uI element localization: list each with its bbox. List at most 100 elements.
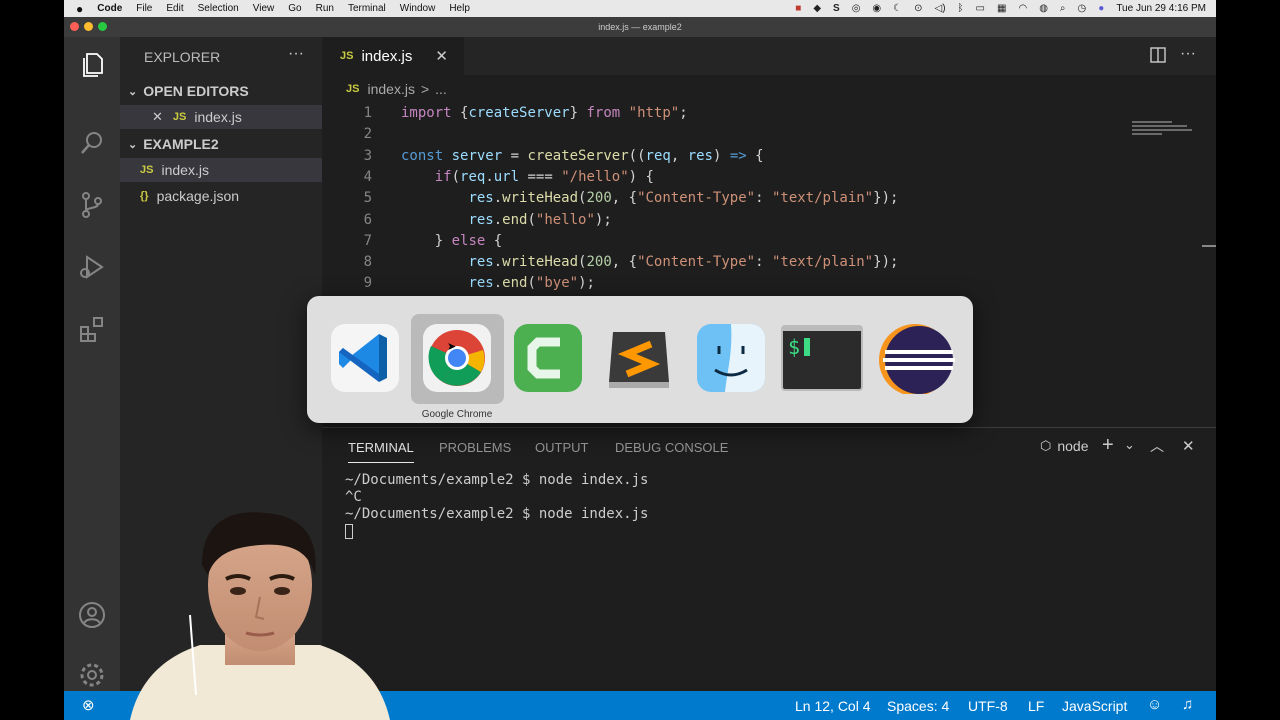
cursor-position[interactable]: Ln 12, Col 4	[795, 698, 871, 714]
menu-view[interactable]: View	[253, 3, 275, 14]
explorer-icon[interactable]	[78, 51, 106, 79]
macos-menubar: ● Code File Edit Selection View Go Run T…	[64, 0, 1216, 17]
bottom-panel: TERMINAL PROBLEMS OUTPUT DEBUG CONSOLE ⬡…	[322, 427, 1216, 692]
explorer-more-actions-icon[interactable]: ···	[288, 45, 304, 63]
menu-file[interactable]: File	[136, 3, 152, 14]
chevron-down-icon[interactable]: ⌄	[1124, 437, 1135, 453]
language-mode[interactable]: JavaScript	[1062, 698, 1127, 714]
sublime-text-icon[interactable]	[603, 322, 675, 394]
menu-go[interactable]: Go	[288, 3, 301, 14]
code-line[interactable]: 1 import {createServer} from "http";	[322, 103, 1192, 124]
line-ending[interactable]: LF	[1028, 698, 1044, 714]
settings-gear-icon[interactable]	[78, 661, 106, 689]
menubar-clock[interactable]: Tue Jun 29 4:16 PM	[1116, 3, 1206, 14]
minimize-window-button[interactable]	[84, 22, 93, 31]
status-app-icon[interactable]: ■	[795, 3, 801, 14]
vscode-icon[interactable]	[329, 322, 401, 394]
folder-label: EXAMPLE2	[143, 136, 219, 152]
menu-help[interactable]: Help	[449, 3, 470, 14]
menu-edit[interactable]: Edit	[166, 3, 183, 14]
feedback-icon[interactable]: ☺	[1147, 696, 1162, 713]
file-item-index-js[interactable]: JS index.js	[120, 158, 322, 182]
extensions-icon[interactable]	[78, 315, 106, 343]
menu-selection[interactable]: Selection	[198, 3, 239, 14]
flag-icon[interactable]: ▦	[997, 3, 1006, 14]
remote-icon[interactable]: ⊗	[82, 696, 95, 714]
scrollbar[interactable]	[1202, 245, 1216, 247]
bluetooth-icon[interactable]: ᛒ	[958, 3, 964, 14]
close-icon[interactable]: ✕	[152, 109, 163, 125]
close-window-button[interactable]	[70, 22, 79, 31]
status-s-icon[interactable]: S	[833, 3, 840, 14]
record-icon[interactable]: ⊙	[914, 3, 922, 14]
indentation[interactable]: Spaces: 4	[887, 698, 949, 714]
status-circle-icon[interactable]: ◎	[852, 3, 861, 14]
breadcrumb-more[interactable]: ...	[435, 81, 447, 97]
code-line[interactable]: 4 if(req.url === "/hello") {	[322, 167, 1192, 188]
tab-index-js[interactable]: JS index.js ✕	[322, 37, 464, 75]
editor-more-actions-icon[interactable]: ···	[1180, 45, 1196, 63]
menu-app-name[interactable]: Code	[97, 3, 122, 14]
breadcrumb-file[interactable]: index.js	[367, 81, 414, 97]
volume-icon[interactable]: ◁)	[935, 3, 946, 14]
open-editor-item[interactable]: ✕ JS index.js	[120, 105, 322, 129]
moon-icon[interactable]: ☾	[893, 3, 902, 14]
code-line[interactable]: 3 const server = createServer((req, res) …	[322, 146, 1192, 167]
eclipse-icon[interactable]	[871, 322, 959, 394]
line-number: 6	[363, 211, 372, 228]
terminal-icon[interactable]: $	[780, 322, 864, 394]
chrome-icon[interactable]	[421, 322, 493, 394]
source-control-icon[interactable]	[78, 191, 106, 219]
tab-output[interactable]: OUTPUT	[535, 440, 588, 455]
code-line[interactable]: 9 res.end("bye");	[322, 273, 1192, 294]
folder-section[interactable]: ⌄ EXAMPLE2	[120, 132, 322, 156]
maximize-panel-icon[interactable]: ︿	[1150, 436, 1164, 456]
camtasia-icon[interactable]	[512, 322, 584, 394]
finder-icon[interactable]	[695, 322, 767, 394]
search-icon[interactable]	[78, 129, 106, 157]
code-line[interactable]: 5 res.writeHead(200, {"Content-Type": "t…	[322, 188, 1192, 209]
status-bird-icon[interactable]: ◆	[813, 3, 821, 14]
code-line[interactable]: 2	[322, 124, 1192, 145]
apple-menu-icon[interactable]: ●	[76, 2, 83, 16]
terminal-output[interactable]: ~/Documents/example2 $ node index.js ^C …	[345, 472, 648, 540]
js-file-icon: JS	[346, 83, 360, 95]
open-editors-section[interactable]: ⌄ OPEN EDITORS	[120, 79, 322, 103]
new-terminal-icon[interactable]: +	[1102, 434, 1114, 457]
file-item-package-json[interactable]: {} package.json	[120, 184, 322, 208]
user-icon[interactable]: ◍	[1039, 3, 1048, 14]
close-tab-icon[interactable]: ✕	[435, 47, 448, 65]
terminal-shell-select[interactable]: ⬡ node	[1040, 438, 1089, 454]
tab-debug-console[interactable]: DEBUG CONSOLE	[615, 440, 728, 455]
close-panel-icon[interactable]: ✕	[1182, 437, 1195, 455]
tab-problems[interactable]: PROBLEMS	[439, 440, 511, 455]
shell-name: node	[1057, 438, 1089, 454]
menu-terminal[interactable]: Terminal	[348, 3, 386, 14]
status-dot-icon[interactable]: ◉	[872, 3, 881, 14]
split-editor-icon[interactable]	[1150, 47, 1166, 68]
encoding[interactable]: UTF-8	[968, 698, 1008, 714]
zoom-window-button[interactable]	[98, 22, 107, 31]
tab-label: index.js	[361, 47, 413, 65]
tab-terminal[interactable]: TERMINAL	[348, 440, 414, 463]
window-title: index.js — example2	[598, 22, 682, 32]
window-controls	[70, 22, 107, 31]
code-line[interactable]: 7 } else {	[322, 231, 1192, 252]
terminal-cursor	[345, 523, 648, 540]
search-icon[interactable]: ⌕	[1060, 3, 1066, 14]
run-debug-icon[interactable]	[78, 253, 106, 281]
wifi-icon[interactable]: ◠	[1018, 3, 1027, 14]
accounts-icon[interactable]	[78, 601, 106, 629]
menu-run[interactable]: Run	[316, 3, 334, 14]
siri-icon[interactable]: ●	[1098, 3, 1104, 14]
battery-icon[interactable]: ▭	[976, 3, 985, 14]
notifications-bell-icon[interactable]: ♫	[1182, 696, 1193, 713]
clock-icon[interactable]: ◷	[1078, 3, 1087, 14]
line-number: 4	[363, 168, 372, 185]
line-text: res.writeHead(200, {"Content-Type": "tex…	[468, 254, 899, 271]
code-line[interactable]: 6 res.end("hello");	[322, 210, 1192, 231]
menu-window[interactable]: Window	[400, 3, 436, 14]
line-number: 3	[363, 147, 372, 164]
code-line[interactable]: 8 res.writeHead(200, {"Content-Type": "t…	[322, 252, 1192, 273]
minimap[interactable]	[1132, 121, 1202, 143]
